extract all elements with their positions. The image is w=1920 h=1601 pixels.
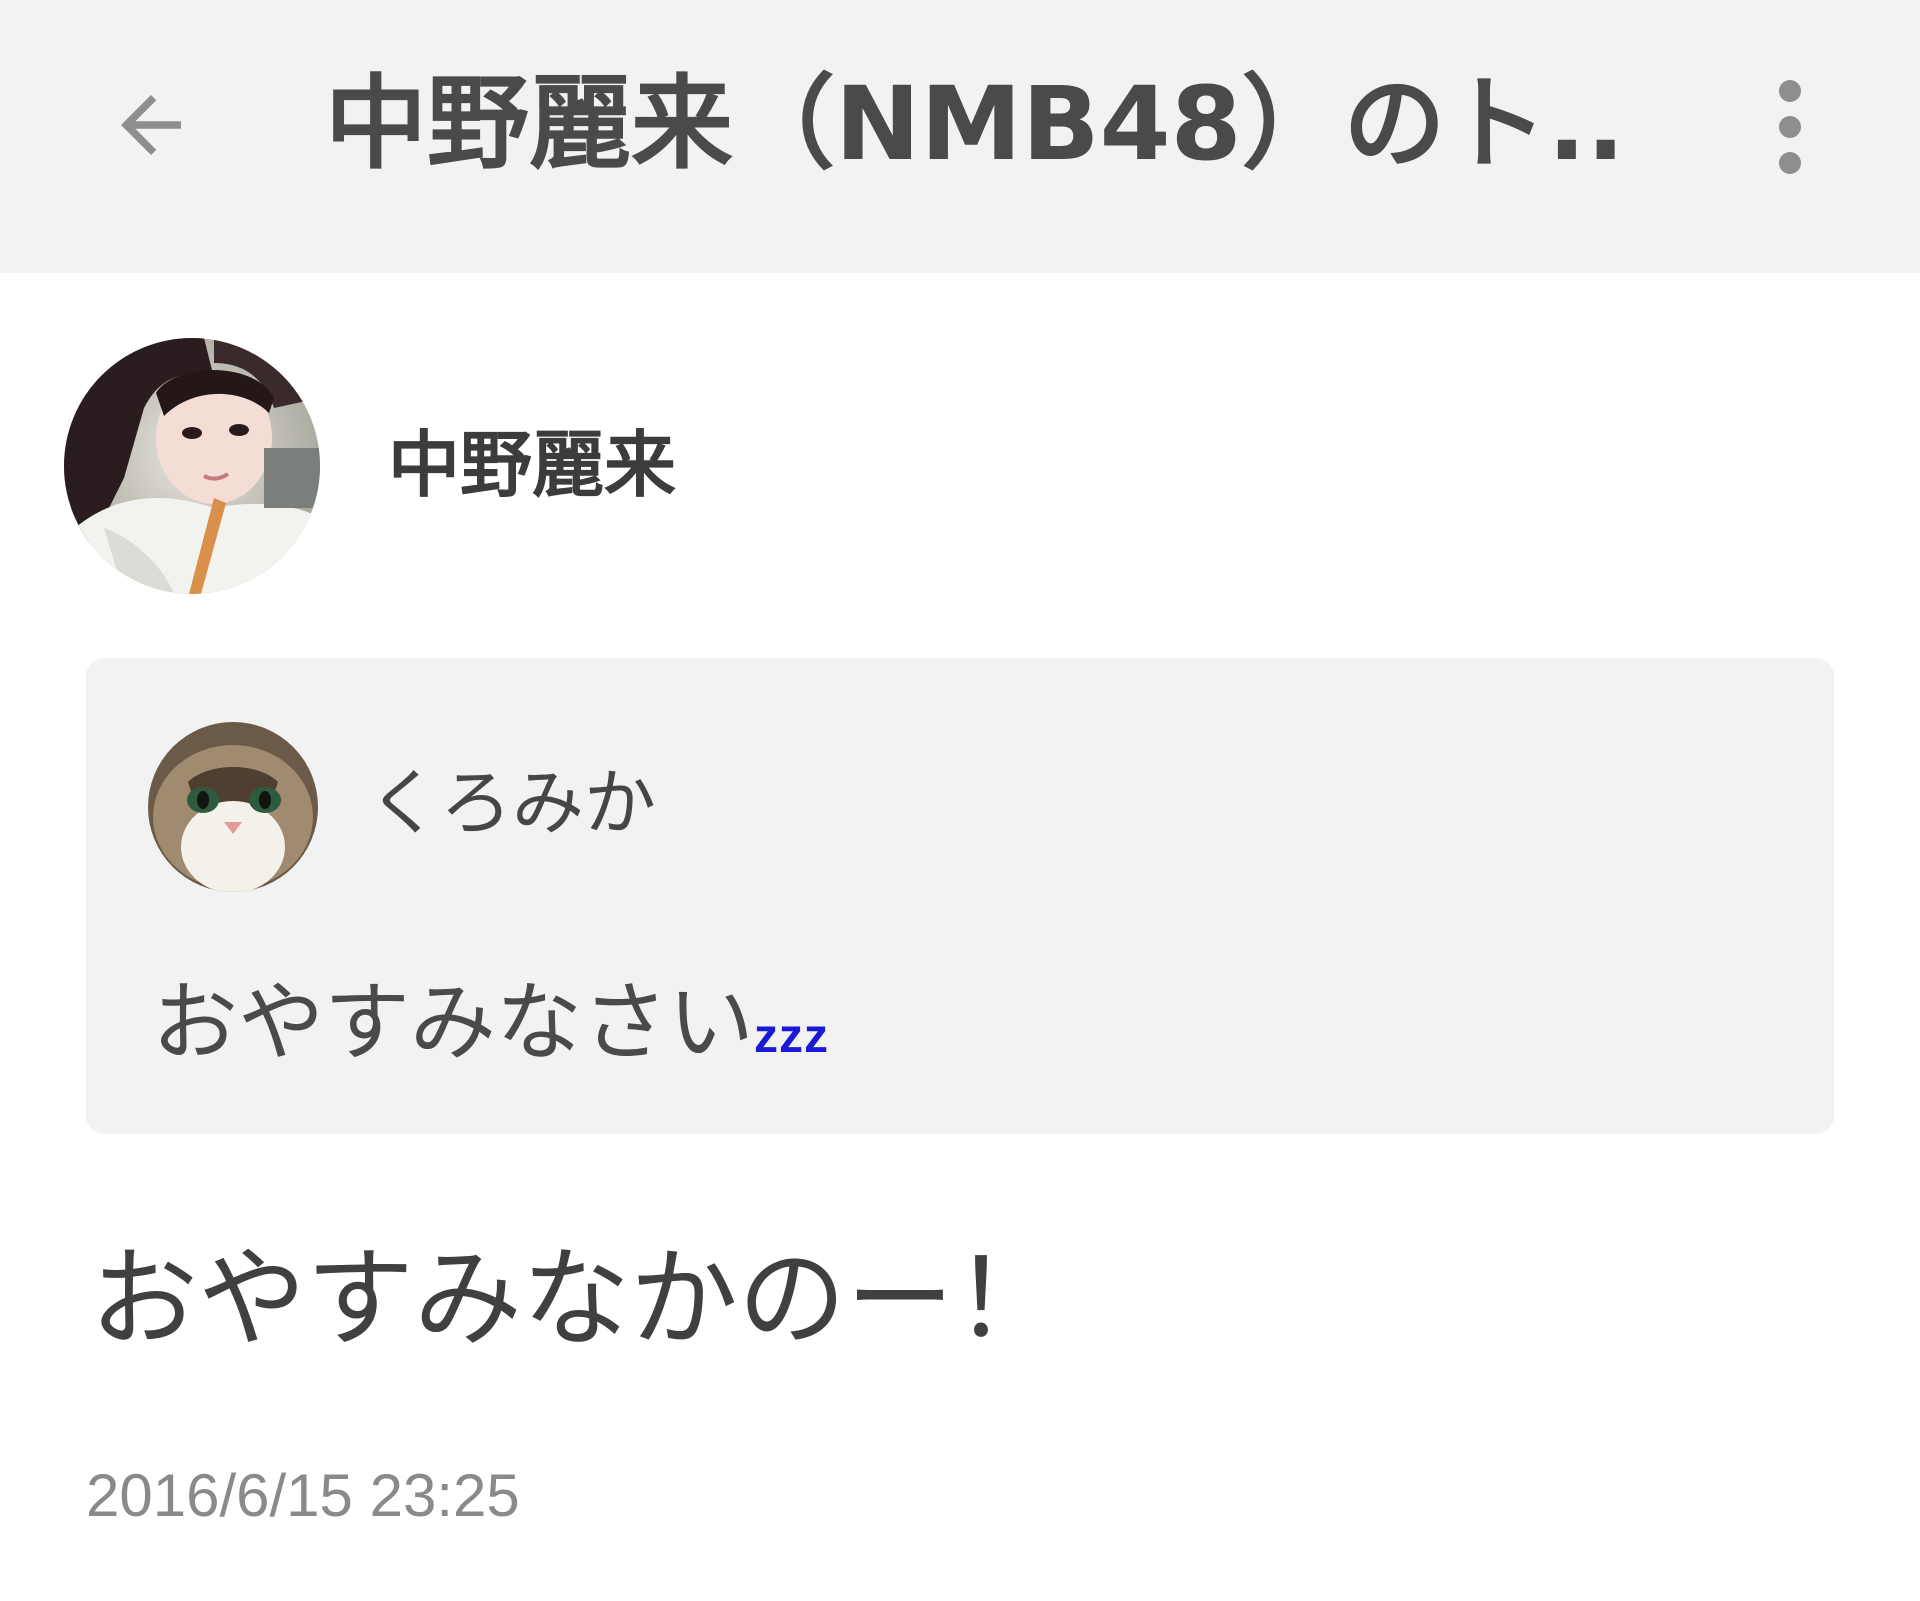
cat-photo — [148, 722, 318, 892]
post-body: おやすみなかのー！ — [90, 1237, 1063, 1362]
back-button[interactable] — [96, 70, 206, 180]
post-timestamp: 2016/6/15 23:25 — [86, 1462, 520, 1529]
more-vert-icon-dot — [1779, 152, 1801, 174]
quoted-comment-body: おやすみなさい — [152, 973, 754, 1073]
sleep-emoji-text: zzz — [754, 1010, 829, 1063]
arrow-back-icon — [121, 95, 181, 155]
more-vert-icon — [1779, 80, 1801, 102]
more-vert-icon-dot — [1779, 116, 1801, 138]
author-avatar[interactable] — [64, 338, 320, 594]
more-options-button[interactable] — [1760, 72, 1820, 182]
commenter-name[interactable]: くろみか — [368, 758, 656, 848]
page-title: 中野麗来（NMB48）のト... — [325, 65, 1625, 184]
author-name[interactable]: 中野麗来 — [388, 420, 676, 510]
quoted-comment-card: くろみか おやすみなさいzzz — [86, 658, 1834, 1134]
quoted-comment-text: おやすみなさいzzz — [152, 968, 829, 1092]
commenter-avatar[interactable] — [148, 722, 318, 892]
profile-photo — [64, 338, 320, 594]
app-bar: 中野麗来（NMB48）のト... — [0, 0, 1920, 273]
